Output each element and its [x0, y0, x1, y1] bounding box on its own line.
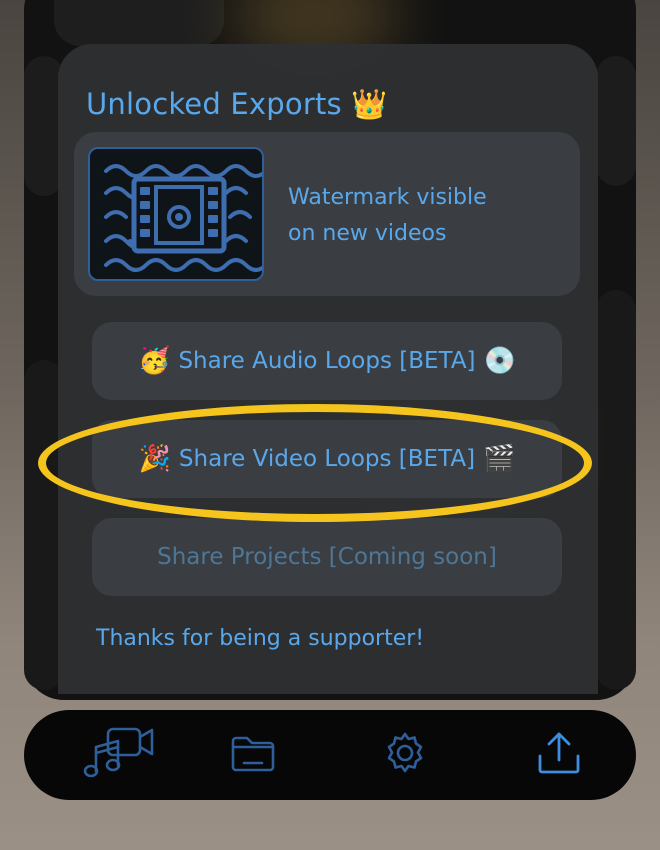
tab-music-video[interactable] [70, 710, 170, 800]
share-audio-loops-label: Share Audio Loops [BETA] [178, 348, 476, 374]
disc-emoji: 💿 [483, 346, 516, 376]
gear-icon [383, 731, 427, 779]
background-tile [596, 290, 636, 690]
tab-projects[interactable] [203, 710, 303, 800]
background-tile [54, 0, 224, 46]
tab-share[interactable] [509, 710, 609, 800]
share-projects-label: Share Projects [Coming soon] [157, 544, 497, 570]
folder-icon [230, 733, 276, 777]
share-audio-loops-button[interactable]: 🥳 Share Audio Loops [BETA] 💿 [92, 322, 562, 400]
share-projects-button: Share Projects [Coming soon] [92, 518, 562, 596]
partying-face-emoji: 🥳 [138, 346, 171, 376]
tab-bar [24, 710, 636, 800]
panel-title: Unlocked Exports 👑 [86, 87, 388, 121]
watermark-line-2: on new videos [288, 221, 447, 246]
thanks-message: Thanks for being a supporter! [96, 626, 425, 651]
share-upload-icon [536, 730, 582, 780]
watermark-text: Watermark visible on new videos [288, 180, 548, 252]
background-tile [596, 56, 636, 186]
music-video-icon [82, 723, 158, 787]
tab-settings[interactable] [355, 710, 455, 800]
watermark-line-1: Watermark visible [288, 185, 487, 210]
film-waves-icon [88, 147, 264, 281]
highlight-ellipse [38, 404, 592, 522]
